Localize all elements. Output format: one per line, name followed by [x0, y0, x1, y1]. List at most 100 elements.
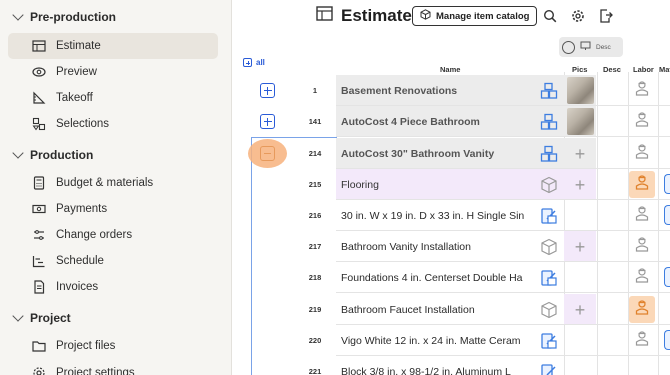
labor-cell[interactable]	[629, 171, 655, 198]
pics-cell[interactable]	[564, 262, 596, 293]
labor-cell[interactable]	[629, 233, 655, 260]
labor-cell[interactable]	[629, 108, 655, 135]
row-name[interactable]: Bathroom Vanity Installation	[336, 231, 564, 262]
pics-cell[interactable]	[564, 325, 596, 356]
table-row[interactable]: 217 Bathroom Vanity Installation +	[236, 231, 670, 262]
material-icon[interactable]	[664, 174, 670, 194]
labor-cell[interactable]	[629, 296, 655, 323]
sidebar-item-estimate[interactable]: Estimate	[8, 33, 218, 59]
labor-cell[interactable]	[629, 327, 655, 354]
mini-toolbar-label: Desc	[596, 43, 611, 51]
sidebar-item-schedule[interactable]: Schedule	[8, 248, 218, 274]
export-icon[interactable]	[599, 9, 613, 23]
table-row[interactable]: 221 Block 3/8 in. x 98-1/2 in. Aluminum …	[236, 356, 670, 375]
col-header-mat[interactable]: Mat	[659, 65, 670, 74]
stack-boxes-icon	[540, 145, 558, 163]
all-label: all	[256, 58, 265, 67]
row-name[interactable]: 30 in. W x 19 in. D x 33 in. H Single Si…	[336, 200, 564, 231]
col-header-pics[interactable]: Pics	[572, 65, 587, 74]
sidebar-item-label: Estimate	[56, 40, 101, 52]
table-row[interactable]: 214 AutoCost 30" Bathroom Vanity +	[236, 138, 670, 169]
labor-cell[interactable]	[629, 77, 655, 104]
photo-thumbnail[interactable]	[566, 77, 594, 104]
photo-thumbnail[interactable]	[566, 108, 594, 135]
col-header-desc[interactable]: Desc	[603, 65, 621, 74]
box-icon	[540, 301, 558, 319]
table-row[interactable]: 1 Basement Renovations	[236, 75, 670, 106]
table-row[interactable]: 216 30 in. W x 19 in. D x 33 in. H Singl…	[236, 200, 670, 231]
sidebar-item-selections[interactable]: Selections	[8, 111, 218, 137]
row-name[interactable]: AutoCost 30" Bathroom Vanity	[336, 138, 564, 169]
row-divider	[336, 292, 670, 293]
sidebar: Pre-production Estimate Preview Takeoff …	[0, 0, 232, 375]
row-number: 219	[308, 305, 322, 314]
sidebar-item-invoices[interactable]: Invoices	[8, 274, 218, 300]
chevron-down-icon	[12, 9, 24, 21]
user-circle-icon[interactable]	[562, 40, 575, 54]
col-header-name[interactable]: Name	[440, 65, 460, 74]
expand-all-button[interactable]: all	[243, 58, 265, 67]
add-photo-icon[interactable]: +	[575, 176, 586, 194]
sidebar-item-budget[interactable]: Budget & materials	[8, 170, 218, 196]
row-number: 214	[308, 149, 322, 158]
collapse-row-button[interactable]	[260, 146, 275, 161]
sidebar-item-payments[interactable]: Payments	[8, 196, 218, 222]
row-name[interactable]: AutoCost 4 Piece Bathroom	[336, 106, 564, 137]
pics-cell[interactable]	[564, 200, 596, 231]
pics-cell[interactable]: +	[564, 169, 596, 200]
section-pre-production[interactable]: Pre-production	[12, 9, 116, 24]
material-icon[interactable]	[664, 267, 670, 287]
plus-icon	[243, 58, 252, 67]
add-photo-icon[interactable]: +	[575, 145, 586, 163]
sidebar-item-label: Preview	[56, 66, 97, 78]
section-title: Project	[30, 311, 71, 325]
manage-catalog-button[interactable]: Manage item catalog	[412, 6, 538, 26]
search-icon[interactable]	[543, 9, 557, 23]
pics-cell[interactable]: +	[564, 294, 596, 325]
expand-row-button[interactable]	[260, 114, 275, 129]
table-row[interactable]: 141 AutoCost 4 Piece Bathroom	[236, 106, 670, 137]
table-row[interactable]: 218 Foundations 4 in. Centerset Double H…	[236, 262, 670, 293]
table-row[interactable]: 215 Flooring +	[236, 169, 670, 200]
pics-cell[interactable]: +	[564, 231, 596, 262]
add-photo-icon[interactable]: +	[575, 301, 586, 319]
row-name[interactable]: Vigo White 12 in. x 24 in. Matte Ceram	[336, 325, 564, 356]
sidebar-item-change-orders[interactable]: Change orders	[8, 222, 218, 248]
material-icon[interactable]	[664, 330, 670, 350]
row-name[interactable]: Foundations 4 in. Centerset Double Ha	[336, 262, 564, 293]
catalog-item-icon	[540, 269, 558, 287]
labor-cell[interactable]	[629, 202, 655, 229]
add-photo-icon[interactable]: +	[575, 238, 586, 256]
row-name[interactable]: Basement Renovations	[336, 75, 564, 106]
section-production[interactable]: Production	[12, 147, 94, 162]
section-title: Production	[30, 148, 94, 162]
chevron-down-icon	[12, 147, 24, 159]
box-icon	[540, 176, 558, 194]
row-name[interactable]: Flooring	[336, 169, 564, 200]
stack-boxes-icon	[540, 82, 558, 100]
stack-boxes-icon	[540, 113, 558, 131]
sidebar-item-label: Selections	[56, 118, 110, 130]
sidebar-item-takeoff[interactable]: Takeoff	[8, 85, 218, 111]
sidebar-item-label: Change orders	[56, 229, 133, 241]
pics-cell[interactable]	[564, 75, 596, 106]
row-name[interactable]: Bathroom Faucet Installation	[336, 294, 564, 325]
page-title-wrap: Estimate	[316, 6, 412, 26]
gear-icon[interactable]	[571, 9, 585, 23]
monitor-icon[interactable]	[580, 41, 591, 53]
material-icon[interactable]	[664, 205, 670, 225]
sidebar-item-project-settings[interactable]: Project settings	[8, 360, 218, 375]
pics-cell[interactable]: +	[564, 138, 596, 169]
expand-row-button[interactable]	[260, 83, 275, 98]
row-name[interactable]: Block 3/8 in. x 98-1/2 in. Aluminum L	[336, 356, 564, 375]
labor-cell[interactable]	[629, 264, 655, 291]
table-row[interactable]: 219 Bathroom Faucet Installation +	[236, 294, 670, 325]
ruler-icon	[32, 91, 46, 105]
sidebar-item-preview[interactable]: Preview	[8, 59, 218, 85]
section-project[interactable]: Project	[12, 310, 71, 325]
labor-cell[interactable]	[629, 140, 655, 167]
table-row[interactable]: 220 Vigo White 12 in. x 24 in. Matte Cer…	[236, 325, 670, 356]
sidebar-item-project-files[interactable]: Project files	[8, 333, 218, 359]
col-header-labor[interactable]: Labor	[633, 65, 654, 74]
pics-cell[interactable]	[564, 106, 596, 137]
